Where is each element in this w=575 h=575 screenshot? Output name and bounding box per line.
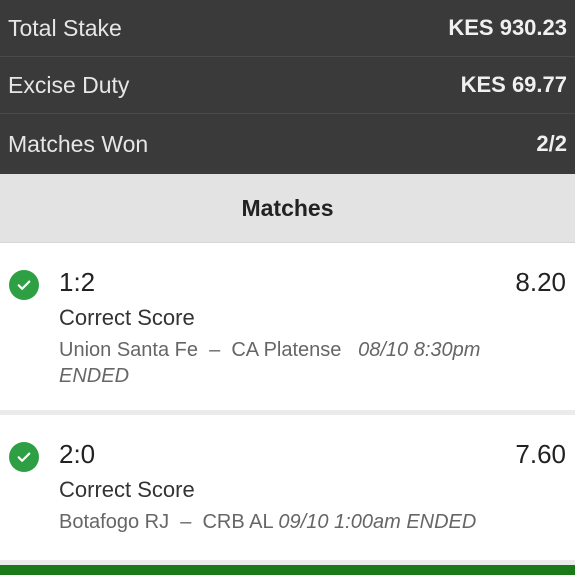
match-card[interactable]: 2:0 7.60 Correct Score Botafogo RJ – CRB… <box>0 415 575 560</box>
excise-duty-label: Excise Duty <box>8 71 130 98</box>
matches-won-value: 2/2 <box>536 131 567 156</box>
matches-won-label: Matches Won <box>8 130 149 157</box>
home-team: Union Santa Fe <box>59 339 198 361</box>
match-card[interactable]: 1:2 8.20 Correct Score Union Santa Fe – … <box>0 243 575 410</box>
home-team: Botafogo RJ <box>59 511 170 533</box>
match-market: Correct Score <box>59 305 195 330</box>
team-separator: – <box>180 511 192 533</box>
match-score: 2:0 <box>59 439 96 469</box>
match-odds: 7.60 <box>515 439 566 469</box>
total-stake-label: Total Stake <box>8 14 122 41</box>
check-icon <box>9 270 39 300</box>
matches-section-title: Matches <box>241 194 334 221</box>
total-stake-row: Total Stake KES 930.23 <box>0 0 575 57</box>
matches-won-row: Matches Won 2/2 <box>0 114 575 174</box>
matches-section-header: Matches <box>0 174 575 243</box>
bottom-green-bar <box>0 565 575 575</box>
away-team: CA Platense <box>231 339 342 361</box>
check-icon <box>9 442 39 472</box>
match-score: 1:2 <box>59 267 96 297</box>
match-details: Botafogo RJ – CRB AL 09/10 1:00am ENDED <box>59 509 499 535</box>
match-status: ENDED <box>59 365 130 387</box>
bet-summary: Total Stake KES 930.23 Excise Duty KES 6… <box>0 0 575 174</box>
excise-duty-row: Excise Duty KES 69.77 <box>0 57 575 114</box>
match-status: ENDED <box>406 511 477 533</box>
match-odds: 8.20 <box>515 267 566 297</box>
match-datetime: 08/10 8:30pm <box>358 339 481 361</box>
total-stake-value: KES 930.23 <box>448 15 567 40</box>
match-details: Union Santa Fe – CA Platense 08/10 8:30p… <box>59 337 499 389</box>
away-team: CRB AL <box>202 511 273 533</box>
match-market: Correct Score <box>59 477 195 502</box>
excise-duty-value: KES 69.77 <box>460 72 567 97</box>
match-datetime: 09/10 1:00am <box>278 511 401 533</box>
team-separator: – <box>209 339 221 361</box>
